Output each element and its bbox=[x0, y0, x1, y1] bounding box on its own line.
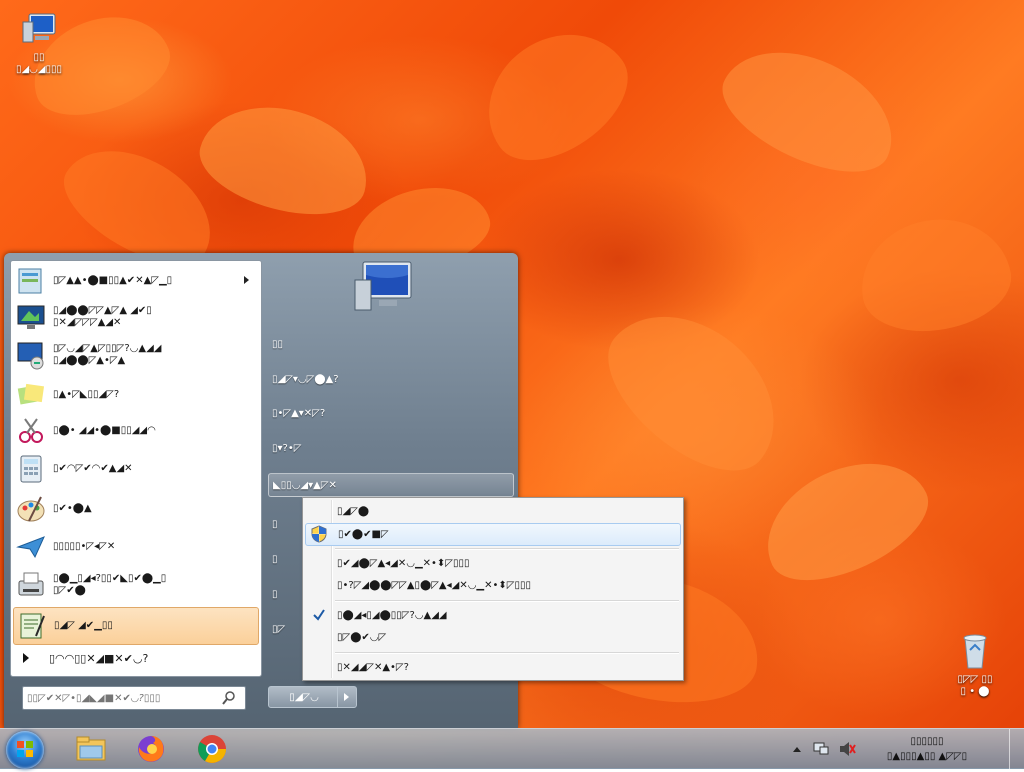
volume-muted-icon[interactable] bbox=[838, 741, 856, 757]
program-item[interactable]: ▯◸▲▲•⬤■▯▯▲✔✕▲◸▁▯ bbox=[13, 263, 257, 299]
right-pane-item[interactable]: ▯◢◸▾◡◸⬤▲? bbox=[268, 368, 512, 390]
desktop-icon-label: ▯◸◸ ▯▯ bbox=[957, 674, 993, 685]
firefox-icon bbox=[138, 736, 164, 762]
desktop-icon-recycle-bin[interactable]: ▯◸◸ ▯▯ ▯ • ⬤ bbox=[938, 632, 1012, 698]
explorer-icon bbox=[76, 736, 106, 761]
start-search-box[interactable] bbox=[22, 686, 246, 710]
network-icon[interactable] bbox=[812, 741, 830, 757]
program-label-line2: ▯◢⬤⬤◸▲•◸▲ bbox=[53, 355, 126, 366]
taskbar-app-explorer[interactable] bbox=[64, 731, 118, 767]
program-label: ▯◸▲▲•⬤■▯▯▲✔✕▲◸▁▯ bbox=[53, 275, 173, 286]
calculator-icon bbox=[15, 453, 47, 485]
taskbar-app-chrome[interactable] bbox=[185, 731, 239, 767]
program-item[interactable]: ▯✔◠◸✔◠✔▲◢✕ bbox=[13, 451, 257, 487]
notepad-icon bbox=[16, 610, 48, 642]
taskbar-app-firefox[interactable] bbox=[124, 731, 178, 767]
context-item[interactable]: ▯•?◸◢⬤⬤◸◸▲▯⬤◸▲◂◢✕◡▁✕•⬍◸▯▯▯ bbox=[305, 575, 679, 596]
program-item[interactable]: ▯⬤• ◢◢•⬤■▯▯◢◢◠ bbox=[13, 413, 257, 449]
program-item-selected[interactable]: ▯◢◸ ◢✔▁▯▯ bbox=[13, 607, 259, 645]
context-item[interactable]: ▯✔◢⬤◸▲◂◢✕◡▁✕•⬍◸▯▯▯ bbox=[305, 553, 679, 574]
right-pane-item[interactable]: ▯▾?•◸ bbox=[268, 437, 512, 459]
mail-send-icon bbox=[15, 531, 47, 563]
program-item[interactable]: ▯▯▯▯▯•◸◂◸✕ bbox=[13, 529, 257, 565]
program-item[interactable]: ▯▲•◸◣▯▯◢◸? bbox=[13, 377, 257, 413]
paint-icon bbox=[15, 493, 47, 525]
snipping-tool-icon bbox=[15, 415, 47, 447]
context-item-checked[interactable]: ▯⬤◢◂▯◢⬤▯▯◸?◡▲◢◢ bbox=[305, 605, 679, 626]
all-programs-label: ▯◠◠▯▯✕◢■✕✔◡? bbox=[49, 651, 149, 665]
context-item-label: ▯⬤◢◂▯◢⬤▯▯◸?◡▲◢◢ bbox=[337, 610, 447, 621]
show-hidden-icons-icon[interactable] bbox=[792, 745, 802, 753]
context-item-label: ▯◢◸⬤ bbox=[337, 506, 370, 517]
program-item[interactable]: ▯◢⬤⬤◸◸▲◸▲ ◢✔▯ ▯✕◢◸◸◸▲◢✕ bbox=[13, 299, 257, 335]
desktop-icon-label: ▯ • ⬤ bbox=[960, 686, 990, 697]
uac-shield-icon bbox=[311, 525, 327, 543]
user-picture bbox=[353, 258, 419, 316]
program-label: ▯◢◸ ◢✔▁▯▯ bbox=[54, 620, 113, 631]
menu-separator bbox=[335, 600, 679, 602]
context-item[interactable]: ▯✕◢◢◸✕▲•◸? bbox=[305, 657, 679, 678]
program-item[interactable]: ▯✔•⬤▲ bbox=[13, 491, 257, 527]
context-item-run-as-admin[interactable]: ▯✔⬤✔■◸ bbox=[305, 523, 681, 546]
right-pane-item-selected[interactable]: ◣▯▯◡◢▾▲◸✕ bbox=[268, 473, 514, 497]
search-icon[interactable] bbox=[221, 690, 237, 706]
program-label: ▯⬤• ◢◢•⬤■▯▯◢◢◠ bbox=[53, 425, 156, 436]
program-label-line2: ▯✕◢◸◸◸▲◢✕ bbox=[53, 317, 122, 328]
program-label-line2: ▯◸✔⬤ bbox=[53, 585, 86, 596]
shutdown-button[interactable]: ▯◢◸◡ bbox=[268, 686, 340, 708]
program-item[interactable]: ▯⬤▁▯◢◂?▯▯✔◣▯✔⬤▁▯ ▯◸✔⬤ bbox=[13, 567, 257, 603]
program-label: ▯✔•⬤▲ bbox=[53, 503, 92, 514]
context-item-label: ▯◸⬤✔◡◸ bbox=[337, 632, 387, 643]
program-item[interactable]: ▯◸◡◢◸▲◸▯▯◸?◡▲◢◢ ▯◢⬤⬤◸▲•◸▲ bbox=[13, 337, 257, 373]
windows-media-center-icon bbox=[15, 301, 47, 333]
program-label: ▯⬤▁▯◢◂?▯▯✔◣▯✔⬤▁▯ bbox=[53, 573, 167, 584]
program-label: ▯▯▯▯▯•◸◂◸✕ bbox=[53, 541, 116, 552]
fax-scan-icon bbox=[15, 569, 47, 601]
sticky-notes-icon bbox=[15, 379, 47, 411]
context-item-label: ▯✕◢◢◸✕▲•◸? bbox=[337, 662, 409, 673]
program-label: ▯▲•◸◣▯▯◢◸? bbox=[53, 389, 120, 400]
desktop-icon-label: ▯▯ bbox=[33, 52, 45, 63]
all-programs-button[interactable]: ▯◠◠▯▯✕◢■✕✔◡? bbox=[17, 647, 257, 669]
context-menu: ▯◢◸⬤ ▯✔⬤✔■◸ ▯✔◢⬤◸▲◂◢✕◡▁✕•⬍◸▯▯▯ ▯•?◸◢⬤⬤◸◸… bbox=[302, 497, 684, 681]
remote-desktop-icon bbox=[15, 339, 47, 371]
context-item-label: ▯✔⬤✔■◸ bbox=[338, 529, 389, 540]
system-clock[interactable]: ▯▯▯▯▯▯ ▯▲▯▯▯▲▯▯ ▲◸◸▯ bbox=[872, 734, 982, 764]
start-button[interactable] bbox=[6, 731, 44, 769]
computer-icon bbox=[19, 10, 59, 50]
checkmark-icon bbox=[313, 609, 325, 621]
menu-separator bbox=[335, 652, 679, 654]
context-item[interactable]: ▯◸⬤✔◡◸ bbox=[305, 627, 679, 648]
context-item-label: ▯✔◢⬤◸▲◂◢✕◡▁✕•⬍◸▯▯▯ bbox=[337, 558, 470, 569]
clock-time: ▯▯▯▯▯▯ bbox=[910, 736, 944, 747]
recycle-bin-icon bbox=[955, 632, 995, 672]
chrome-icon bbox=[198, 735, 226, 763]
clock-date: ▯▲▯▯▯▲▯▯ ▲◸◸▯ bbox=[886, 751, 968, 762]
submenu-arrow-icon bbox=[244, 276, 249, 284]
getting-started-icon bbox=[15, 265, 47, 297]
search-input[interactable] bbox=[23, 692, 221, 704]
start-menu-programs-pane: ▯◸▲▲•⬤■▯▯▲✔✕▲◸▁▯ ▯◢⬤⬤◸◸▲◸▲ ◢✔▯ ▯✕◢◸◸◸▲◢✕ … bbox=[10, 260, 262, 677]
program-label: ▯✔◠◸✔◠✔▲◢✕ bbox=[53, 463, 133, 474]
desktop-icon-label: ▯◢◡◢▯▯▯ bbox=[15, 64, 63, 75]
taskbar: ▯▯▯▯▯▯ ▯▲▯▯▯▲▯▯ ▲◸◸▯ bbox=[0, 728, 1024, 769]
menu-separator bbox=[335, 548, 679, 550]
program-label: ▯◢⬤⬤◸◸▲◸▲ ◢✔▯ bbox=[53, 305, 152, 316]
context-item-label: ▯•?◸◢⬤⬤◸◸▲▯⬤◸▲◂◢✕◡▁✕•⬍◸▯▯▯ bbox=[337, 580, 531, 591]
show-desktop-button[interactable] bbox=[1009, 729, 1024, 769]
expand-arrow-icon bbox=[23, 653, 29, 663]
right-pane-item[interactable]: ▯•◸▲▾✕◸? bbox=[268, 402, 512, 424]
desktop-icon-computer[interactable]: ▯▯ ▯◢◡◢▯▯▯ bbox=[2, 10, 76, 76]
right-pane-item[interactable]: ▯▯ bbox=[268, 333, 512, 355]
program-label: ▯◸◡◢◸▲◸▯▯◸?◡▲◢◢ bbox=[53, 343, 162, 354]
shutdown-options-button[interactable] bbox=[337, 686, 357, 708]
windows-logo-icon bbox=[17, 741, 33, 757]
context-item[interactable]: ▯◢◸⬤ bbox=[305, 501, 679, 522]
